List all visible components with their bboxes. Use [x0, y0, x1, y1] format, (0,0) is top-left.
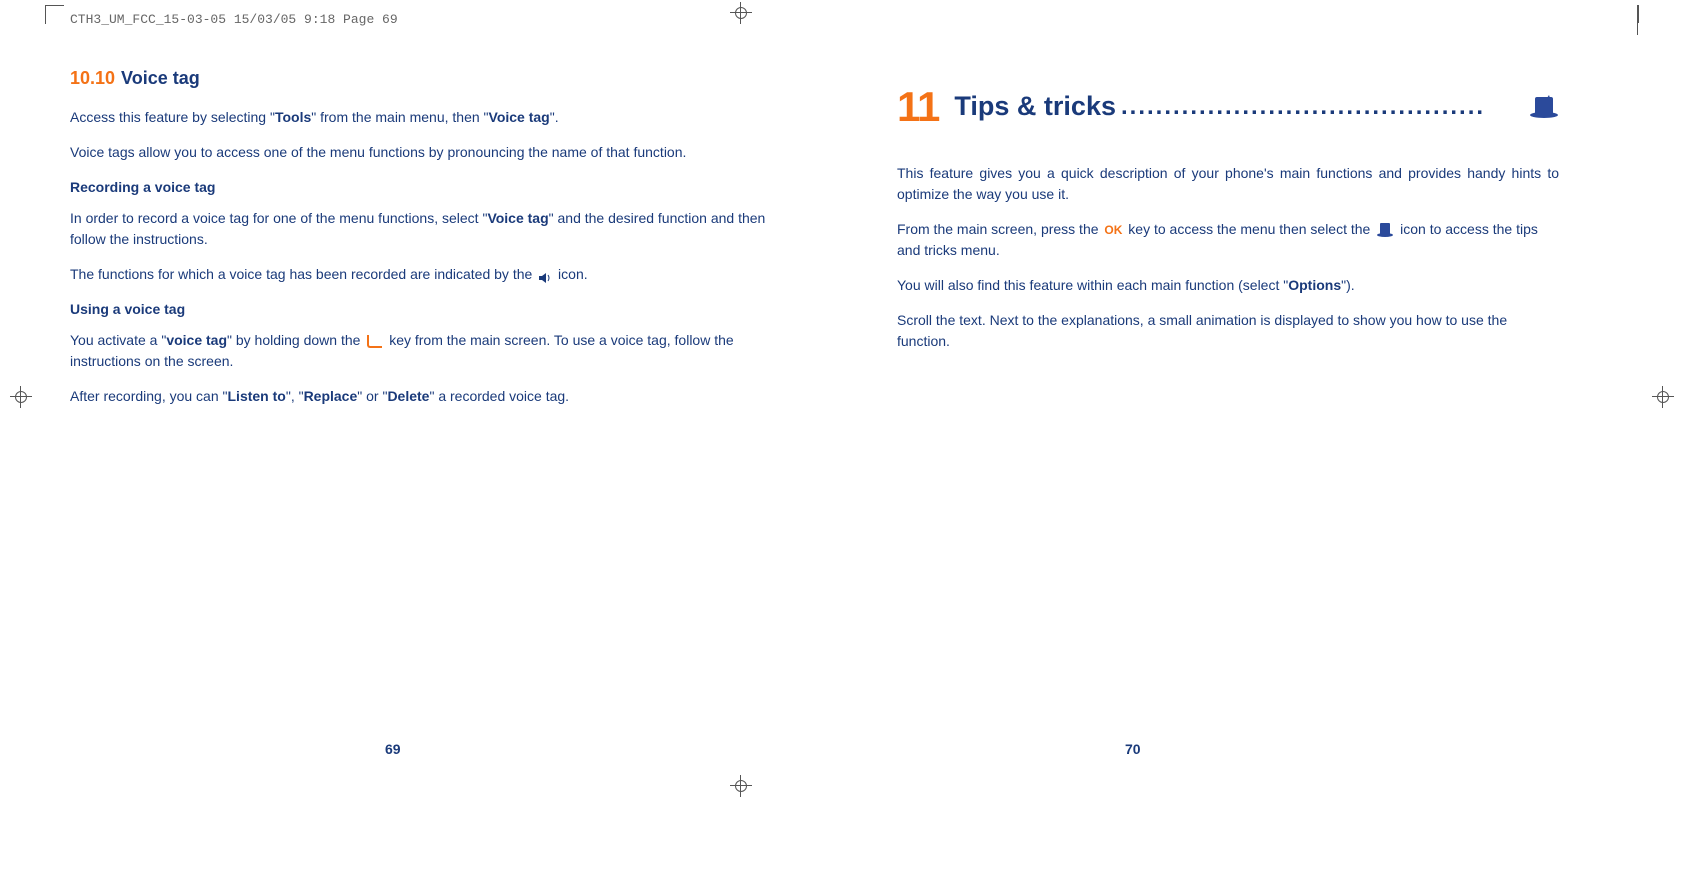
paragraph: Voice tags allow you to access one of th…	[70, 142, 787, 163]
paragraph: This feature gives you a quick descripti…	[897, 163, 1559, 205]
crop-mark-top-right	[1620, 5, 1639, 23]
chapter-number: 11	[897, 75, 939, 138]
paragraph: The functions for which a voice tag has …	[70, 264, 787, 285]
chapter-title: Tips & tricks	[954, 86, 1116, 127]
section-heading: 10.10 Voice tag	[70, 65, 787, 92]
print-header-info: CTH3_UM_FCC_15-03-05 15/03/05 9:18 Page …	[70, 12, 398, 27]
registration-mark-right	[1652, 386, 1674, 408]
body-text: This feature gives you a quick descripti…	[897, 163, 1559, 352]
section-number: 10.10	[70, 68, 115, 88]
paragraph: You activate a "voice tag" by holding do…	[70, 330, 787, 372]
ok-key-icon: OK	[1104, 223, 1122, 237]
page-right: 11 Tips & tricks .......................…	[842, 55, 1614, 772]
speaker-icon	[538, 269, 552, 281]
paragraph: You will also find this feature within e…	[897, 275, 1559, 296]
page-left: 10.10 Voice tag Access this feature by se…	[70, 55, 842, 772]
paragraph: Scroll the text. Next to the explanation…	[897, 310, 1559, 352]
registration-mark-left	[10, 386, 32, 408]
chapter-dots: ........................................…	[1116, 89, 1529, 125]
paragraph: From the main screen, press the OK key t…	[897, 219, 1559, 261]
registration-mark-bottom	[730, 775, 752, 797]
chapter-heading: 11 Tips & tricks .......................…	[897, 75, 1559, 138]
page-spread: 10.10 Voice tag Access this feature by se…	[70, 55, 1614, 772]
magic-hat-small-icon	[1376, 222, 1394, 238]
section-title: Voice tag	[121, 68, 200, 88]
paragraph: After recording, you can "Listen to", "R…	[70, 386, 787, 407]
paragraph: In order to record a voice tag for one o…	[70, 208, 787, 250]
c-key-icon	[367, 335, 382, 348]
page-number-right: 70	[1125, 741, 1141, 757]
subheading-using: Using a voice tag	[70, 299, 787, 320]
paragraph: Access this feature by selecting "Tools"…	[70, 107, 787, 128]
subheading-recording: Recording a voice tag	[70, 177, 787, 198]
crop-mark-top-left	[45, 5, 64, 24]
registration-mark-top	[730, 2, 752, 24]
page-number-left: 69	[385, 741, 401, 757]
magic-hat-icon	[1529, 95, 1559, 119]
